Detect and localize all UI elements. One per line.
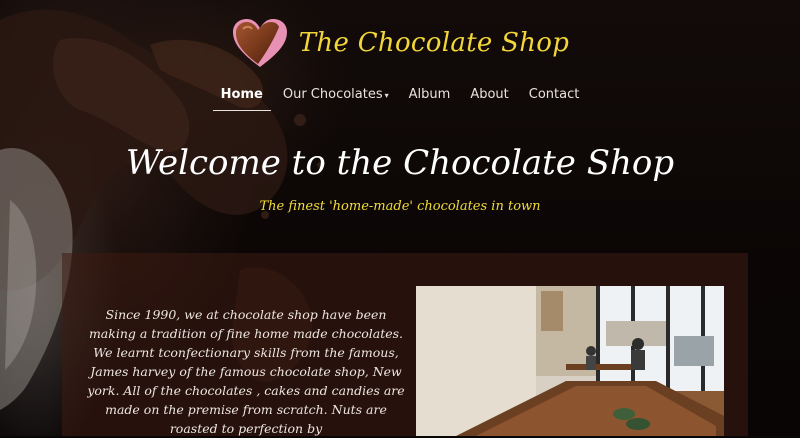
hero-title: Welcome to the Chocolate Shop	[125, 143, 675, 183]
nav-item-label: Our Chocolates	[282, 87, 383, 102]
nav-item-about[interactable]: About	[460, 84, 518, 111]
chevron-down-icon: ▾	[384, 91, 389, 100]
nav-item-label: Home	[220, 87, 263, 102]
shop-interior-photo	[416, 286, 724, 436]
nav-item-label: About	[470, 87, 509, 102]
nav-item-label: Contact	[528, 87, 580, 102]
main-nav: Home Our Chocolates ▾ Album About Contact	[0, 84, 800, 111]
nav-item-label: Album	[408, 87, 451, 102]
nav-item-home[interactable]: Home	[211, 84, 273, 111]
hero-tagline: The finest 'home-made' chocolates in tow…	[259, 199, 541, 214]
shop-interior-image	[416, 286, 724, 436]
nav-item-album[interactable]: Album	[399, 84, 461, 111]
site-header: The Chocolate Shop	[0, 14, 800, 72]
chocolate-heart-icon[interactable]	[231, 17, 289, 69]
site-title[interactable]: The Chocolate Shop	[299, 28, 569, 58]
nav-item-our-chocolates[interactable]: Our Chocolates ▾	[273, 84, 399, 111]
nav-item-contact[interactable]: Contact	[519, 84, 590, 111]
about-text: Since 1990, we at chocolate shop have be…	[87, 307, 405, 436]
